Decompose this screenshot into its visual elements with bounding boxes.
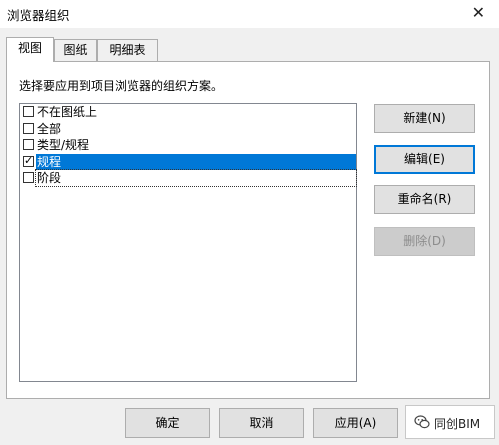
list-item-not-on-sheets[interactable]: 不在图纸上: [20, 104, 356, 121]
list-item-label: 类型/规程: [37, 138, 90, 152]
checkmark-icon: ✓: [24, 153, 34, 167]
list-item-label: 全部: [37, 121, 62, 136]
ok-button[interactable]: 确定: [125, 408, 210, 438]
tab-schedules-label: 明细表: [109, 43, 146, 57]
instruction-text: 选择要应用到项目浏览器的组织方案。: [19, 79, 224, 93]
list-item-phase[interactable]: 阶段: [20, 169, 357, 187]
list-item-label: 不在图纸上: [37, 105, 98, 119]
apply-button[interactable]: 应用(A): [313, 408, 398, 438]
tab-schedules[interactable]: 明细表: [97, 39, 158, 61]
wechat-icon: [414, 415, 430, 429]
delete-button: 删除(D): [374, 227, 475, 256]
checkbox[interactable]: [23, 172, 34, 183]
rename-button[interactable]: 重命名(R): [374, 185, 475, 214]
window-title: 浏览器组织: [7, 8, 70, 23]
title-bar: 浏览器组织 ✕: [0, 0, 499, 28]
checkbox[interactable]: [23, 106, 34, 117]
list-item-label: 阶段: [35, 169, 357, 187]
close-icon[interactable]: ✕: [472, 3, 485, 22]
tab-views[interactable]: 视图: [6, 37, 54, 62]
list-item-label: 规程: [36, 153, 356, 170]
checkbox[interactable]: ✓: [23, 153, 34, 167]
list-item-type-discipline[interactable]: 类型/规程: [20, 137, 356, 154]
tab-sheets-label: 图纸: [63, 43, 88, 57]
cancel-button[interactable]: 取消: [219, 408, 304, 438]
tab-views-label: 视图: [17, 41, 42, 55]
checkbox[interactable]: [23, 139, 34, 150]
watermark-text: 同创BIM: [434, 417, 481, 431]
checkbox[interactable]: [23, 122, 34, 134]
list-item-discipline[interactable]: ✓ 规程: [20, 153, 356, 171]
tab-sheets[interactable]: 图纸: [54, 39, 97, 61]
list-item-all[interactable]: 全部: [20, 121, 356, 138]
new-button[interactable]: 新建(N): [374, 104, 475, 133]
watermark: 同创BIM: [405, 405, 495, 439]
edit-button[interactable]: 编辑(E): [374, 145, 475, 174]
scheme-list[interactable]: 不在图纸上 全部 类型/规程 ✓ 规程 阶段: [19, 103, 357, 382]
